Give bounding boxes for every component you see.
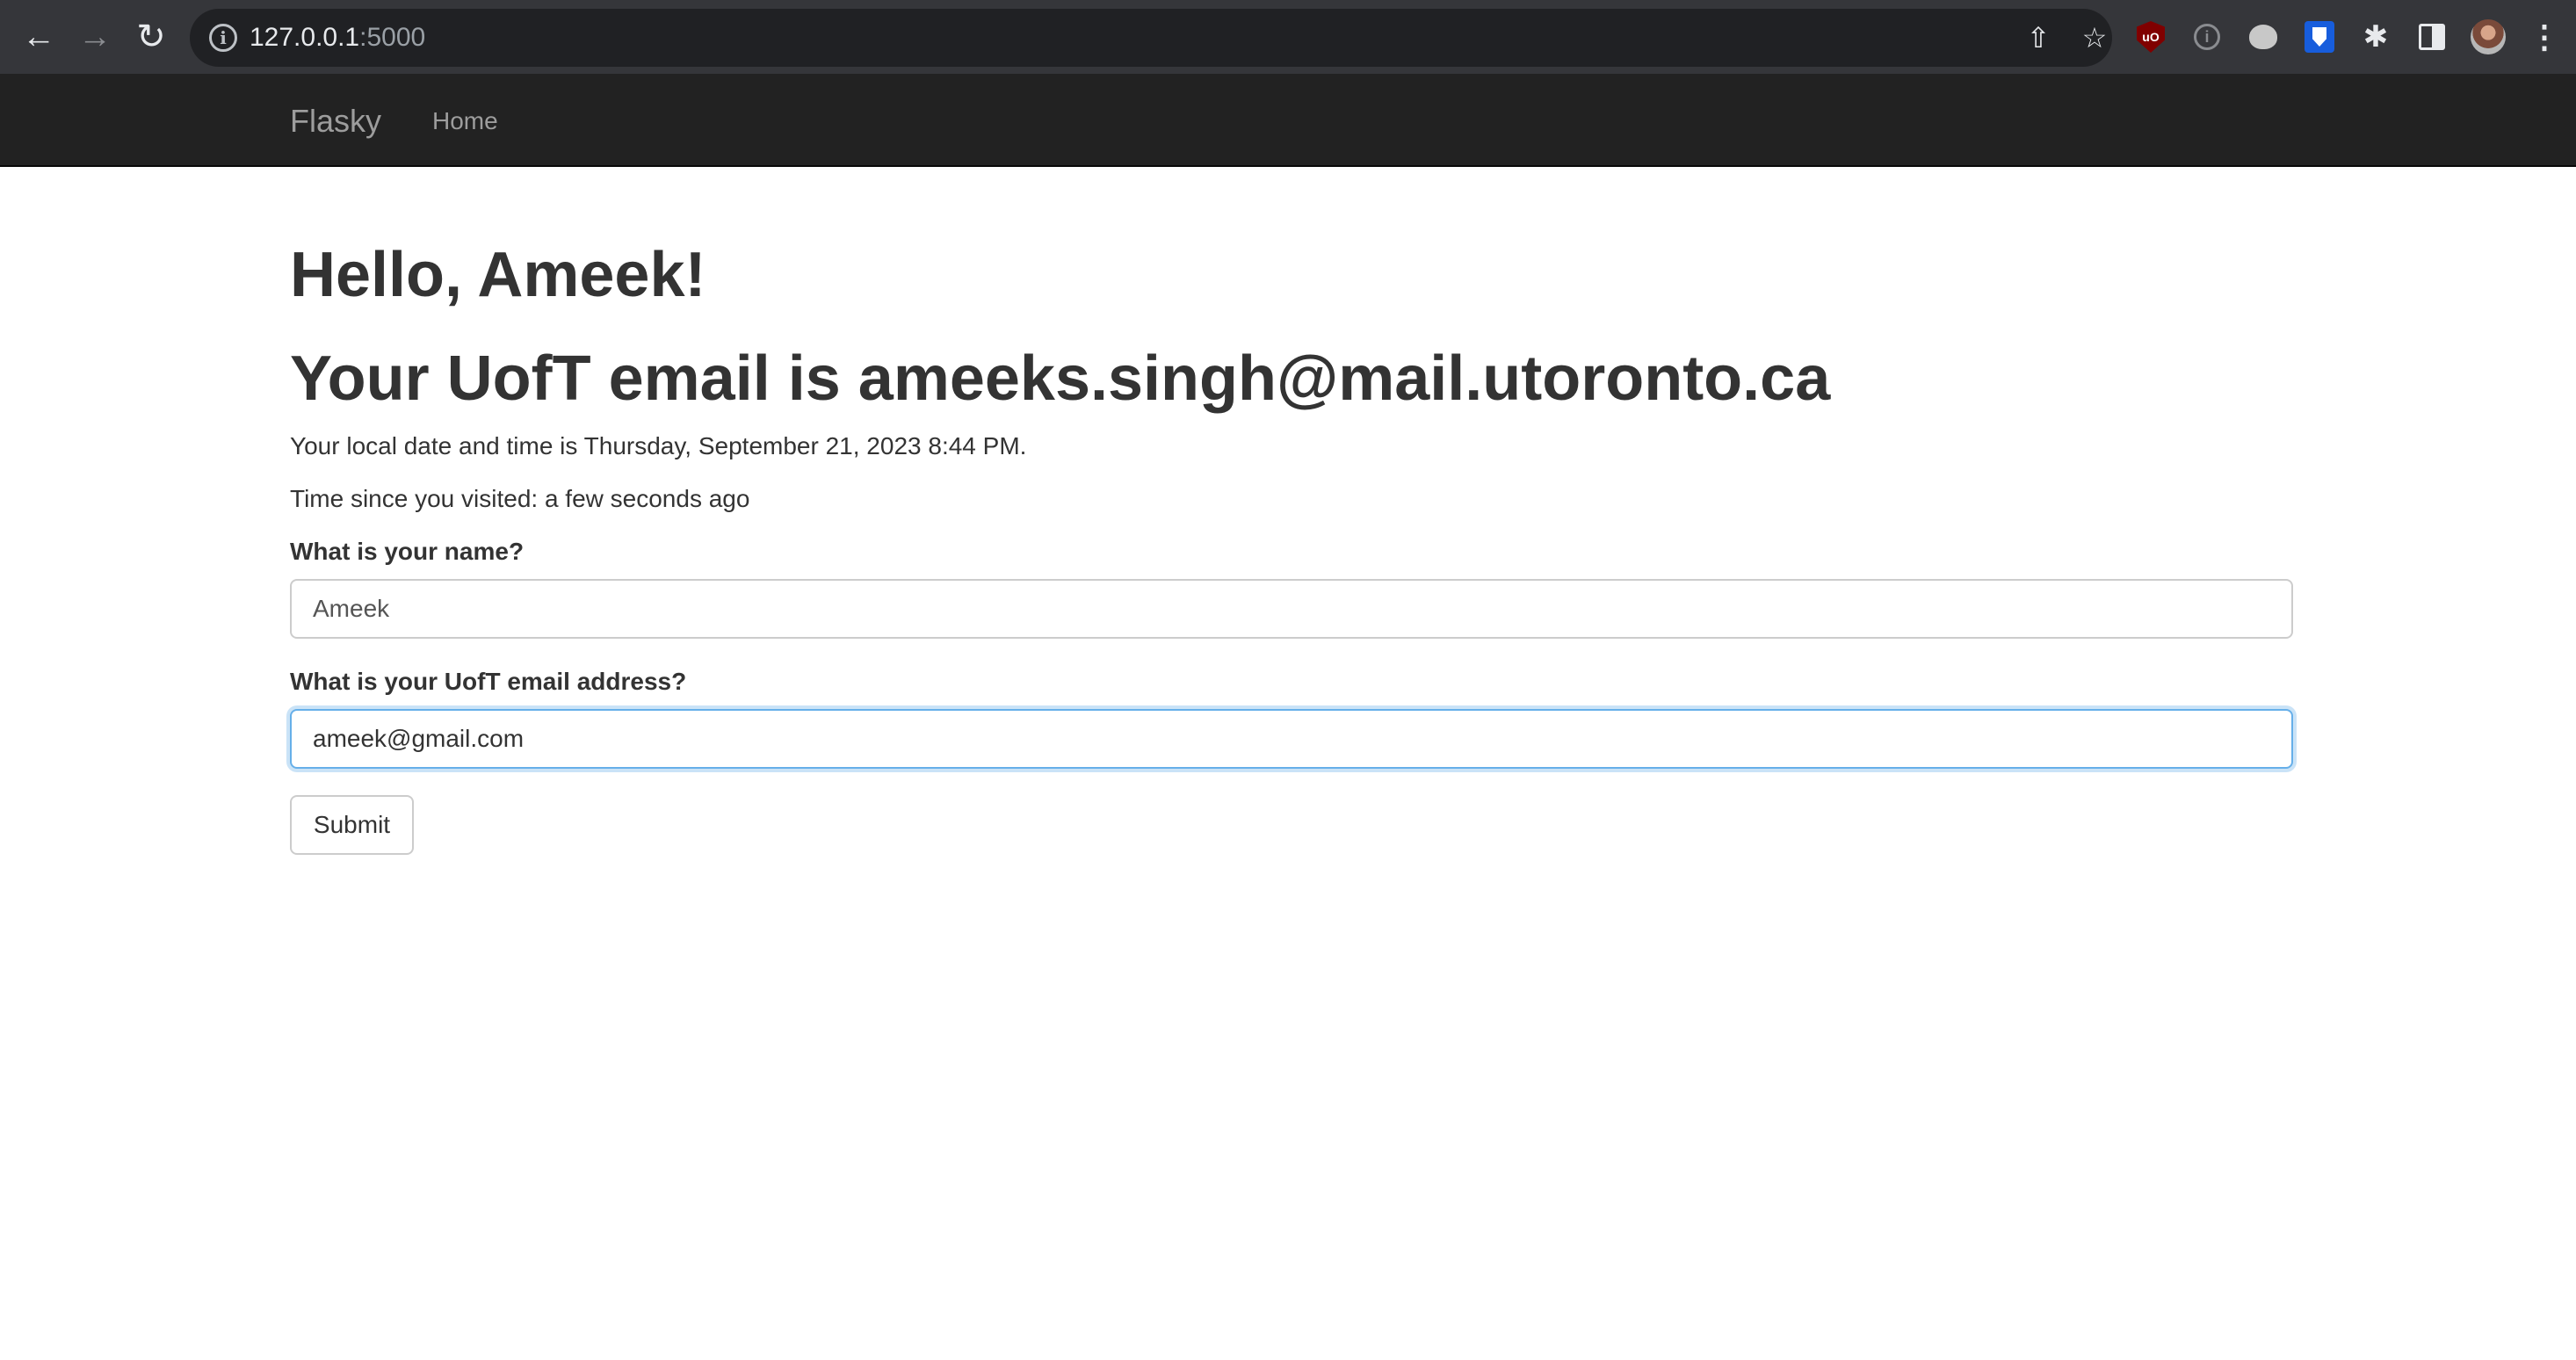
url-host: 127.0.0.1: [250, 23, 360, 52]
name-input[interactable]: [290, 579, 2293, 639]
puzzle-icon[interactable]: ✱: [2355, 16, 2397, 58]
reload-icon[interactable]: ↻: [125, 11, 177, 63]
nav-link-home[interactable]: Home: [432, 107, 498, 135]
site-navbar: Flasky Home: [0, 74, 2576, 167]
address-bar[interactable]: i 127.0.0.1:5000 ⇧ ☆: [190, 9, 2112, 67]
ublock-origin-icon[interactable]: uO: [2130, 16, 2172, 58]
url-port: :5000: [359, 23, 426, 52]
forward-arrow-icon[interactable]: →: [69, 11, 121, 63]
navbar-brand[interactable]: Flasky: [290, 104, 381, 139]
star-icon[interactable]: ☆: [2073, 17, 2116, 59]
submit-button[interactable]: Submit: [290, 795, 414, 855]
site-info-icon[interactable]: i: [209, 24, 237, 52]
blob-extension-icon[interactable]: [2242, 16, 2284, 58]
url-text[interactable]: 127.0.0.1:5000: [250, 22, 425, 54]
email-label: What is your UofT email address?: [290, 668, 687, 695]
browser-toolbar: ← → ↻ i 127.0.0.1:5000 ⇧ ☆ uO i ✱ ⋮: [0, 0, 2576, 74]
time-since-text: Time since you visited: a few seconds ag…: [290, 485, 750, 512]
kebab-menu-icon[interactable]: ⋮: [2523, 16, 2565, 58]
share-icon[interactable]: ⇧: [2017, 17, 2059, 59]
info-extension-icon[interactable]: i: [2186, 16, 2228, 58]
greeting-heading: Hello, Ameek!: [290, 240, 706, 310]
bitwarden-icon[interactable]: [2298, 16, 2341, 58]
email-input[interactable]: [290, 709, 2293, 769]
email-heading: Your UofT email is ameeks.singh@mail.uto…: [290, 344, 1831, 414]
side-panel-icon[interactable]: [2411, 16, 2453, 58]
name-label: What is your name?: [290, 538, 525, 565]
local-time-text: Your local date and time is Thursday, Se…: [290, 432, 1027, 459]
back-arrow-icon[interactable]: ←: [12, 11, 65, 63]
profile-avatar[interactable]: [2467, 16, 2509, 58]
